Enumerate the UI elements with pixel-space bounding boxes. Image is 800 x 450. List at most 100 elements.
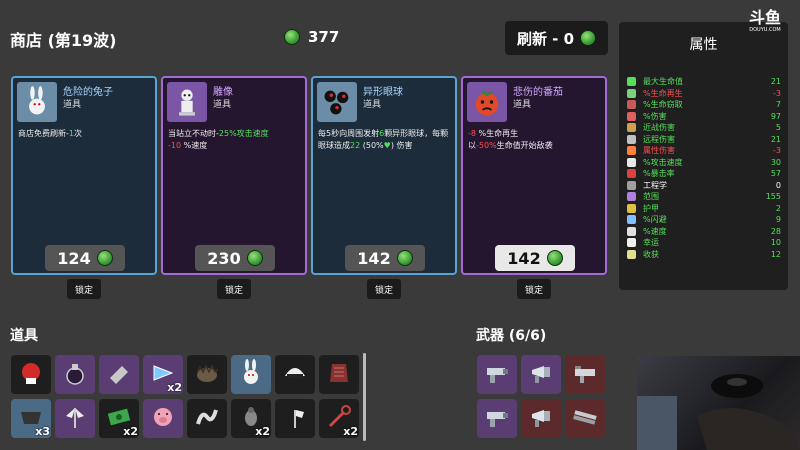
potion-icon <box>60 358 90 392</box>
rabbit-icon <box>17 82 57 122</box>
stat-value: -3 <box>773 146 781 155</box>
inventory-slot[interactable]: x2 <box>99 399 139 438</box>
armor-icon <box>324 358 354 392</box>
item-name: 雕像 <box>213 87 233 98</box>
inventory-slot[interactable]: x2 <box>231 399 271 438</box>
inventory-slot[interactable]: x2 <box>143 355 183 394</box>
item-quantity: x3 <box>35 425 50 438</box>
material-icon <box>246 250 263 266</box>
stat-icon <box>627 88 636 98</box>
inventory-slot[interactable] <box>275 355 315 394</box>
stat-value: 10 <box>770 238 781 247</box>
stat-row: 幸运 10 <box>627 237 781 248</box>
inventory-scrollbar[interactable] <box>363 353 366 441</box>
materials-counter: 377 <box>284 28 339 46</box>
inventory-slot[interactable] <box>11 355 51 394</box>
inventory-slot[interactable] <box>231 355 271 394</box>
stat-value: 21 <box>770 134 781 144</box>
shop-item-card[interactable]: 雕像 道具 当站立不动时-25%攻击速度 -10 %速度 230 <box>161 76 307 275</box>
stat-icon <box>627 215 636 224</box>
inventory-slot[interactable] <box>275 399 315 438</box>
stat-label: 远程伤害 <box>643 134 675 144</box>
weapon-slot[interactable] <box>521 399 561 438</box>
inventory-slot[interactable] <box>143 399 183 438</box>
item-type: 道具 <box>513 100 532 110</box>
shotgun-icon <box>570 402 600 436</box>
weapon-slot[interactable] <box>565 399 605 438</box>
stat-icon <box>627 111 636 121</box>
shop-item-card[interactable]: 危险的兔子 道具 商店免费刷新-1次 124 <box>11 76 157 275</box>
stat-value: 5 <box>775 123 781 132</box>
stat-value: 2 <box>775 203 781 213</box>
inventory-slot[interactable]: x3 <box>11 399 51 438</box>
stat-label: 护甲 <box>643 203 659 213</box>
weapons-title: 武器 (6/6) <box>476 328 547 344</box>
stat-row: %伤害 97 <box>627 111 781 122</box>
buy-button[interactable]: 142 <box>495 245 575 271</box>
lock-button[interactable]: 锁定 <box>217 279 251 299</box>
sad-tomato-icon <box>467 82 507 122</box>
stat-row: 最大生命值 21 <box>627 76 781 87</box>
inventory-slot[interactable] <box>187 399 227 438</box>
stat-row: %速度 28 <box>627 226 781 237</box>
stat-row: 护甲 2 <box>627 203 781 214</box>
shop-item-card[interactable]: 悲伤的番茄 道具 -8 %生命再生 以-50%生命值开始敌袭 142 <box>461 76 607 275</box>
douyu-logo: 斗鱼 DOUYU.COM <box>742 9 788 37</box>
stats-panel: 属性 最大生命值 21 %生命再生 -3 %生命窃取 7 %伤害 97 近战伤害 5 远程伤害 21 属… <box>619 22 788 290</box>
item-description: 每5秒向周围发射6颗异形眼球，每颗眼球造成22 (50%♥) 伤害 <box>318 128 454 152</box>
stat-value: 28 <box>770 226 781 236</box>
inventory-slot[interactable] <box>99 355 139 394</box>
inventory-slot[interactable] <box>187 355 227 394</box>
weapon-slot[interactable] <box>521 355 561 394</box>
buy-button[interactable]: 124 <box>45 245 125 271</box>
hatchet-icon <box>280 402 310 436</box>
weapon-slot[interactable] <box>565 355 605 394</box>
lock-button[interactable]: 锁定 <box>367 279 401 299</box>
price-value: 142 <box>357 248 391 268</box>
stat-icon <box>627 157 636 167</box>
description-text: 以 <box>468 141 476 150</box>
stat-icon <box>627 192 636 201</box>
gun-icon <box>482 358 512 392</box>
description-text: 当站立不动时- <box>168 129 219 138</box>
stat-value: 155 <box>765 192 781 201</box>
stat-icon <box>627 169 636 178</box>
turret-gun-icon <box>570 358 600 392</box>
stat-row: 近战伤害 5 <box>627 122 781 133</box>
pig-icon <box>148 402 178 436</box>
item-name: 危险的兔子 <box>63 87 113 98</box>
stat-icon <box>627 100 636 109</box>
hedgehog-icon <box>192 358 222 392</box>
weapon-slot[interactable] <box>477 399 517 438</box>
inventory-title: 道具 <box>10 328 38 344</box>
inventory-slot[interactable]: x2 <box>319 399 359 438</box>
reroll-button[interactable]: 刷新 - 0 <box>505 21 608 55</box>
description-text: -10 <box>168 141 182 150</box>
stat-icon <box>627 123 636 132</box>
buy-button[interactable]: 230 <box>195 245 275 271</box>
stat-row: %闪避 9 <box>627 214 781 225</box>
material-icon <box>580 30 597 46</box>
inventory-slot[interactable] <box>319 355 359 394</box>
item-type: 道具 <box>63 100 82 110</box>
description-text: -50% <box>476 141 497 150</box>
stat-icon <box>627 146 636 155</box>
description-text: ) 伤害 <box>390 141 413 150</box>
lock-button[interactable]: 锁定 <box>67 279 101 299</box>
lock-button[interactable]: 锁定 <box>517 279 551 299</box>
logo-text: DOUYU.COM <box>749 27 781 33</box>
buy-button[interactable]: 142 <box>345 245 425 271</box>
shop-item-card[interactable]: 异形眼球 道具 每5秒向周围发射6颗异形眼球，每颗眼球造成22 (50%♥) 伤害 1… <box>311 76 457 275</box>
statue-icon <box>167 82 207 122</box>
stat-label: %攻击速度 <box>643 157 683 167</box>
eraser-icon <box>104 358 134 392</box>
stat-label: 属性伤害 <box>643 146 675 155</box>
stat-value: 12 <box>770 249 781 259</box>
inventory-slot[interactable] <box>55 355 95 394</box>
item-quantity: x2 <box>255 425 270 438</box>
inventory-slot[interactable] <box>55 399 95 438</box>
weapon-slot[interactable] <box>477 355 517 394</box>
stat-row: %暴击率 57 <box>627 168 781 179</box>
stat-label: 范围 <box>643 192 659 201</box>
stat-label: 工程学 <box>643 180 667 190</box>
